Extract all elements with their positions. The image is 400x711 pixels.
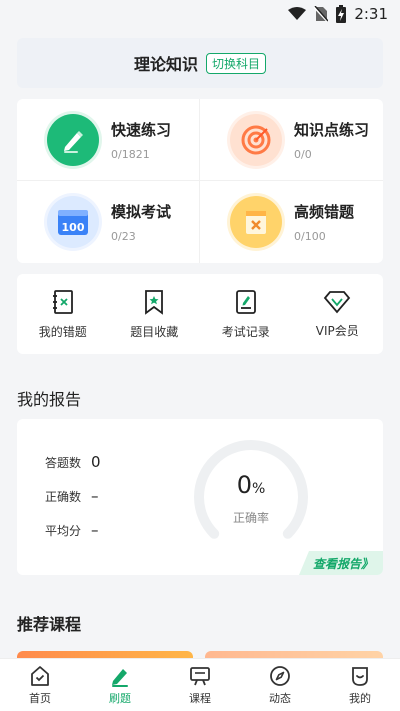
my-mistakes-button[interactable]: 我的错题 bbox=[23, 289, 103, 340]
mock-exam-card[interactable]: 100 模拟考试 0/23 bbox=[17, 181, 200, 263]
tab-label: 首页 bbox=[29, 691, 51, 705]
home-icon bbox=[31, 665, 49, 686]
courses-heading: 推荐课程 bbox=[17, 615, 82, 634]
calendar-100-icon: 100 bbox=[47, 196, 99, 248]
report-card: 答题数 0 正确数 – 平均分 – 0% 正确率 查看报告》 bbox=[17, 419, 383, 575]
favorites-button[interactable]: 题目收藏 bbox=[114, 289, 194, 340]
practice-count: 0/100 bbox=[294, 230, 326, 243]
stat-label: 正确数 bbox=[45, 489, 82, 504]
practice-count: 0/1821 bbox=[111, 147, 150, 161]
tab-profile[interactable]: 我的 bbox=[320, 659, 400, 711]
practice-title: 知识点练习 bbox=[294, 120, 370, 139]
status-bar: 2:31 bbox=[0, 0, 400, 28]
svg-text:100: 100 bbox=[62, 221, 85, 234]
profile-icon bbox=[352, 666, 368, 686]
switch-subject-button[interactable]: 切换科目 bbox=[206, 52, 267, 74]
practice-count: 0/23 bbox=[111, 230, 136, 243]
tool-label: 题目收藏 bbox=[130, 324, 179, 339]
practice-count: 0/0 bbox=[294, 147, 312, 161]
tab-feed[interactable]: 动态 bbox=[240, 659, 320, 711]
bookmark-icon bbox=[145, 289, 164, 315]
vip-membership-button[interactable]: VIP会员 bbox=[297, 290, 377, 339]
frequent-mistakes-card[interactable]: 高频错题 0/100 bbox=[200, 181, 383, 263]
tab-label: 我的 bbox=[349, 691, 371, 705]
wrong-book-icon bbox=[52, 289, 73, 314]
compass-icon bbox=[270, 665, 290, 686]
tab-home[interactable]: 首页 bbox=[0, 659, 80, 711]
tab-label: 动态 bbox=[269, 691, 291, 705]
practice-title: 高频错题 bbox=[294, 203, 355, 221]
battery-charging-icon bbox=[336, 5, 347, 23]
stat-label: 答题数 bbox=[45, 455, 82, 470]
accuracy-label: 正确率 bbox=[232, 511, 269, 525]
no-sim-icon bbox=[314, 6, 329, 22]
tab-label: 课程 bbox=[189, 691, 211, 705]
exam-records-button[interactable]: 考试记录 bbox=[206, 289, 286, 340]
stat-label: 平均分 bbox=[45, 523, 82, 538]
answered-stat: 答题数 0 bbox=[45, 453, 101, 471]
status-time: 2:31 bbox=[354, 5, 388, 23]
stat-value: – bbox=[91, 521, 99, 539]
tools-bar: 我的错题 题目收藏 考试记录 VIP会员 bbox=[17, 274, 383, 354]
pencil-icon bbox=[112, 668, 128, 687]
report-heading: 我的报告 bbox=[17, 390, 82, 409]
stat-value: 0 bbox=[91, 453, 101, 471]
stat-value: – bbox=[91, 487, 99, 505]
average-stat: 平均分 – bbox=[45, 521, 99, 539]
tool-label: VIP会员 bbox=[315, 323, 359, 338]
folder-x-icon bbox=[230, 196, 282, 248]
tool-label: 考试记录 bbox=[221, 324, 270, 339]
practice-title: 模拟考试 bbox=[111, 203, 172, 221]
pencil-icon bbox=[47, 113, 99, 166]
tool-label: 我的错题 bbox=[38, 324, 87, 339]
exam-record-icon bbox=[235, 289, 256, 314]
quick-practice-card[interactable]: 快速练习 0/1821 bbox=[17, 99, 200, 181]
view-report-button[interactable]: 查看报告》 bbox=[298, 551, 383, 575]
correct-stat: 正确数 – bbox=[45, 487, 99, 505]
diamond-icon bbox=[324, 290, 351, 313]
tab-label: 刷题 bbox=[109, 691, 131, 705]
tab-courses[interactable]: 课程 bbox=[160, 659, 240, 711]
subject-title: 理论知识 bbox=[133, 55, 198, 74]
knowledge-practice-card[interactable]: 知识点练习 0/0 bbox=[200, 99, 383, 181]
practice-title: 快速练习 bbox=[111, 120, 172, 139]
bottom-tab-bar: 首页 刷题 课程 动态 我的 bbox=[0, 658, 400, 711]
practice-grid: 快速练习 0/1821 知识点练习 0/0 100 模拟考试 0/23 高频错题… bbox=[17, 99, 383, 263]
accuracy-value: 0% bbox=[236, 471, 266, 499]
subject-card: 理论知识 切换科目 bbox=[17, 38, 383, 88]
target-icon bbox=[230, 113, 282, 166]
course-board-icon bbox=[190, 666, 210, 685]
tab-practice[interactable]: 刷题 bbox=[80, 659, 160, 711]
wifi-icon bbox=[288, 7, 307, 20]
